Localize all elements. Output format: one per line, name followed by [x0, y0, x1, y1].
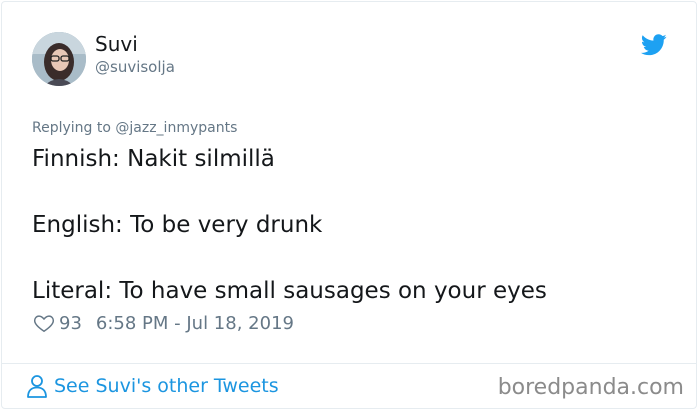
display-name[interactable]: Suvi [95, 32, 138, 56]
person-icon [27, 375, 47, 398]
replying-to: Replying to @jazz_inmypants [32, 120, 237, 136]
like-count[interactable]: 93 [59, 313, 82, 334]
timestamp-link[interactable]: 6:58 PM - Jul 18, 2019 [96, 313, 294, 334]
see-other-tweets-link[interactable]: See Suvi's other Tweets [26, 374, 279, 398]
replying-prefix: Replying to [32, 120, 116, 136]
tweet-line-finnish: Finnish: Nakit silmillä [32, 146, 275, 172]
watermark: boredpanda.com [497, 375, 684, 400]
twitter-bird-icon[interactable] [641, 34, 667, 56]
tweet-text: Finnish: Nakit silmillä English: To be v… [32, 143, 672, 308]
reply-to-handle-link[interactable]: @jazz_inmypants [115, 120, 237, 136]
see-other-tweets-label: See Suvi's other Tweets [54, 375, 279, 397]
tweet-line-english: English: To be very drunk [32, 212, 323, 238]
tweet-meta: 93 6:58 PM - Jul 18, 2019 [33, 312, 294, 334]
heart-icon[interactable] [33, 312, 55, 334]
user-handle[interactable]: @suvisolja [95, 58, 175, 76]
divider [1, 363, 697, 364]
avatar[interactable] [32, 32, 86, 86]
tweet-line-literal: Literal: To have small sausages on your … [32, 278, 547, 304]
